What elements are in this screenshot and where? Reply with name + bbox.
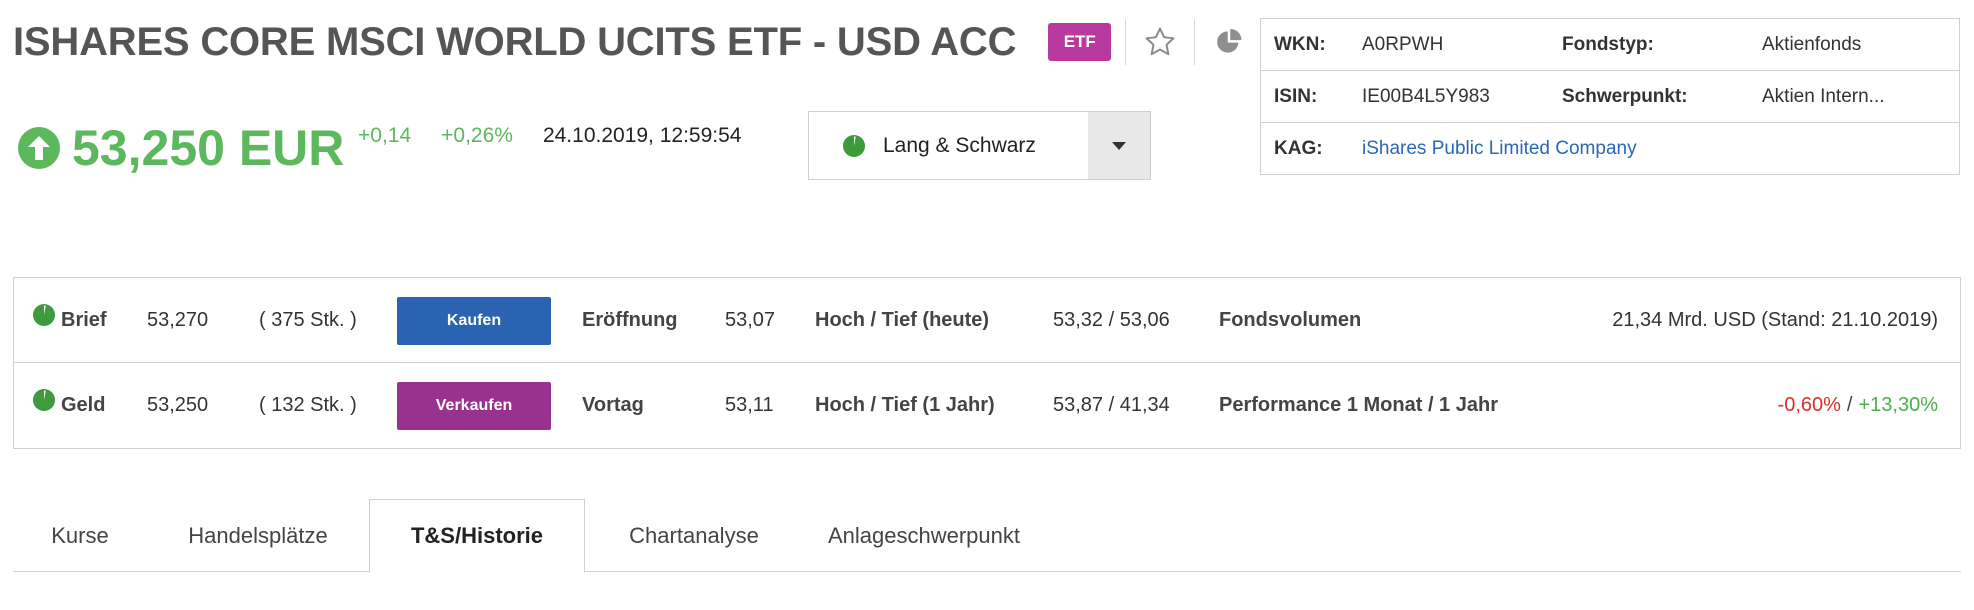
page-title: ISHARES CORE MSCI WORLD UCITS ETF - USD … <box>13 19 1017 64</box>
tab-chartanalyse[interactable]: Chartanalyse <box>585 499 803 572</box>
change-absolute: +0,14 <box>358 124 412 147</box>
quote-row-geld: Geld 53,250 ( 132 Stk. ) Verkaufen Vorta… <box>14 363 1960 448</box>
sell-button[interactable]: Verkaufen <box>397 381 551 430</box>
quote-row-brief: Brief 53,270 ( 375 Stk. ) Kaufen Eröffnu… <box>14 278 1960 363</box>
schwerpunkt-value: Aktien Intern... <box>1762 85 1885 107</box>
info-row-wkn: WKN: A0RPWH Fondstyp: Aktienfonds <box>1261 19 1959 71</box>
kag-label: KAG: <box>1274 138 1323 159</box>
previous-day-value: 53,11 <box>725 394 774 416</box>
quote-table: Brief 53,270 ( 375 Stk. ) Kaufen Eröffnu… <box>13 277 1961 449</box>
buy-button-cell: Kaufen <box>397 278 551 363</box>
brief-quantity: ( 375 Stk. ) <box>259 309 357 331</box>
tab-handelsplaetze[interactable]: Handelsplätze <box>147 499 369 572</box>
high-low-year-label: Hoch / Tief (1 Jahr) <box>815 394 995 416</box>
geld-label-cell: Geld <box>33 363 105 448</box>
wkn-label: WKN: <box>1274 33 1326 55</box>
fondstyp-value: Aktienfonds <box>1762 33 1862 55</box>
tab-bar: Kurse Handelsplätze T&S/Historie Chartan… <box>13 499 1961 573</box>
isin-value: IE00B4L5Y983 <box>1362 85 1490 107</box>
kag-link[interactable]: iShares Public Limited Company <box>1362 138 1637 160</box>
fund-volume-label: Fondsvolumen <box>1219 309 1362 331</box>
sell-button-cell: Verkaufen <box>397 363 551 448</box>
change-percent: +0,26% <box>441 124 513 147</box>
fund-info-box: WKN: A0RPWH Fondstyp: Aktienfonds ISIN: … <box>1260 18 1960 175</box>
current-price: 53,250 EUR <box>72 120 345 176</box>
wkn-value: A0RPWH <box>1362 33 1444 55</box>
arrow-up-circle-icon <box>18 127 60 169</box>
opening-value: 53,07 <box>725 309 776 331</box>
pie-chart-icon <box>1217 28 1242 53</box>
divider <box>1194 19 1196 65</box>
tab-anlageschwerpunkt[interactable]: Anlageschwerpunkt <box>803 499 1045 572</box>
previous-day-label: Vortag <box>582 394 644 416</box>
tab-ts-historie[interactable]: T&S/Historie <box>369 499 585 573</box>
star-icon <box>1145 27 1175 56</box>
timestamp: 24.10.2019, 12:59:54 <box>542 124 742 147</box>
performance-separator: / <box>1846 394 1853 416</box>
price-row: 53,250 EUR <box>18 118 344 178</box>
tab-kurse[interactable]: Kurse <box>13 499 147 572</box>
info-row-isin: ISIN: IE00B4L5Y983 Schwerpunkt: Aktien I… <box>1261 71 1959 123</box>
performance-month: -0,60% <box>1777 394 1841 416</box>
exchange-select[interactable]: Lang & Schwarz <box>808 111 1151 180</box>
high-low-year-value: 53,87 / 41,34 <box>1053 394 1170 416</box>
high-low-today-value: 53,32 / 53,06 <box>1053 309 1170 331</box>
schwerpunkt-label: Schwerpunkt: <box>1562 85 1688 107</box>
brief-label: Brief <box>61 309 107 331</box>
opening-label: Eröffnung <box>582 309 678 331</box>
title-row: ISHARES CORE MSCI WORLD UCITS ETF - USD … <box>13 18 1249 66</box>
geld-quantity: ( 132 Stk. ) <box>259 394 357 416</box>
exchange-dropdown-toggle[interactable] <box>1088 112 1150 179</box>
etf-badge: ETF <box>1048 23 1112 61</box>
change-row: +0,14 +0,26% 24.10.2019, 12:59:54 <box>358 124 741 148</box>
info-row-kag: KAG: iShares Public Limited Company <box>1261 123 1959 175</box>
geld-price: 53,250 <box>147 394 209 416</box>
exchange-label: Lang & Schwarz <box>883 133 1036 157</box>
fund-volume-value: 21,34 Mrd. USD (Stand: 21.10.2019) <box>1612 309 1938 331</box>
favorite-button[interactable] <box>1140 22 1180 62</box>
isin-label: ISIN: <box>1274 85 1318 107</box>
pie-status-icon <box>33 388 55 411</box>
brief-price: 53,270 <box>147 309 209 331</box>
divider <box>1125 19 1127 65</box>
geld-label: Geld <box>61 394 106 416</box>
buy-button[interactable]: Kaufen <box>397 296 551 345</box>
brief-label-cell: Brief <box>33 278 107 363</box>
performance-label: Performance 1 Monat / 1 Jahr <box>1219 394 1498 416</box>
exchange-select-value[interactable]: Lang & Schwarz <box>809 112 1088 179</box>
performance-year: +13,30% <box>1858 394 1938 416</box>
portfolio-button[interactable] <box>1209 22 1249 62</box>
fondstyp-label: Fondstyp: <box>1562 33 1654 55</box>
pie-status-icon <box>843 134 865 157</box>
caret-down-icon <box>1112 141 1126 150</box>
pie-status-icon <box>33 303 55 326</box>
high-low-today-label: Hoch / Tief (heute) <box>815 309 990 331</box>
performance-value: -0,60% / +13,30% <box>1778 363 1938 448</box>
